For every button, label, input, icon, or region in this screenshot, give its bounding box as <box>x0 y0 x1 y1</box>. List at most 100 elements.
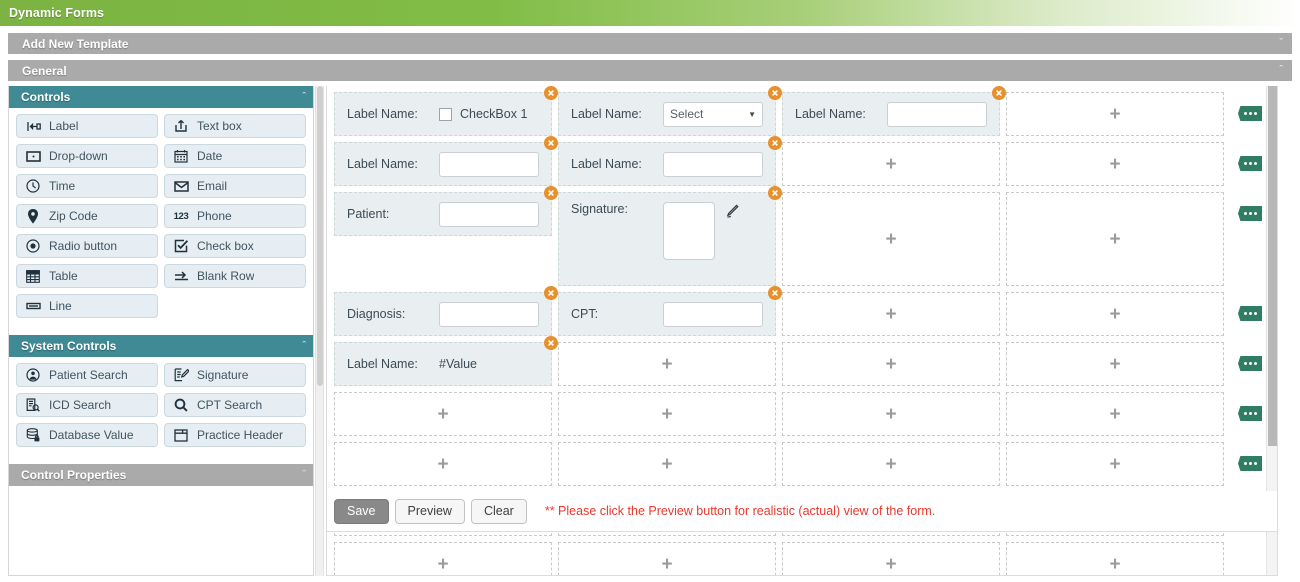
add-control-cell[interactable]: + <box>558 442 776 486</box>
plus-icon[interactable]: + <box>437 455 448 474</box>
plus-icon[interactable]: + <box>885 455 896 474</box>
field-checkbox-wrap[interactable]: CheckBox 1 <box>439 107 527 121</box>
remove-control-button[interactable] <box>544 336 558 350</box>
system-control-item-icd-search[interactable]: ICD Search <box>16 393 158 417</box>
row-options-menu[interactable] <box>1238 406 1262 421</box>
panel-scrollbar[interactable] <box>315 86 324 576</box>
control-item-label[interactable]: Label <box>16 114 158 138</box>
add-control-cell[interactable]: + <box>334 392 552 436</box>
remove-control-button[interactable] <box>768 86 782 100</box>
chevron-up-icon[interactable]: ˆ <box>302 470 306 481</box>
remove-control-button[interactable] <box>544 286 558 300</box>
add-control-cell[interactable]: + <box>782 192 1000 286</box>
control-item-date[interactable]: Date <box>164 144 306 168</box>
form-field-cell[interactable]: Label Name:CheckBox 1 <box>334 92 552 136</box>
add-control-cell[interactable]: + <box>782 542 1000 576</box>
control-item-drop-down[interactable]: Drop-down <box>16 144 158 168</box>
row-options-menu[interactable] <box>1238 456 1262 471</box>
plus-icon[interactable]: + <box>885 555 896 574</box>
plus-icon[interactable]: + <box>1109 355 1120 374</box>
form-field-cell[interactable]: Label Name: <box>782 92 1000 136</box>
row-options-menu[interactable] <box>1238 356 1262 371</box>
chevron-down-icon[interactable]: ▼ <box>748 110 756 119</box>
clear-button[interactable]: Clear <box>471 499 527 524</box>
field-text-input[interactable] <box>663 152 763 177</box>
plus-icon[interactable]: + <box>885 155 896 174</box>
remove-control-button[interactable] <box>768 186 782 200</box>
chevron-up-icon[interactable]: ˆ <box>302 92 306 103</box>
panel-header-add-new-template[interactable]: Add New Template ˇ <box>8 33 1292 54</box>
form-field-cell[interactable]: Signature: <box>558 192 776 286</box>
add-control-cell[interactable]: + <box>558 342 776 386</box>
add-control-cell[interactable]: + <box>334 442 552 486</box>
plus-icon[interactable]: + <box>661 355 672 374</box>
plus-icon[interactable]: + <box>661 455 672 474</box>
system-control-item-practice-header[interactable]: Practice Header <box>164 423 306 447</box>
add-control-cell[interactable]: + <box>1006 142 1224 186</box>
field-text-input[interactable] <box>887 102 987 127</box>
add-control-cell[interactable]: + <box>1006 292 1224 336</box>
plus-icon[interactable]: + <box>1109 155 1120 174</box>
add-control-cell[interactable]: + <box>334 542 552 576</box>
plus-icon[interactable]: + <box>885 305 896 324</box>
control-item-table[interactable]: Table <box>16 264 158 288</box>
plus-icon[interactable]: + <box>1109 455 1120 474</box>
plus-icon[interactable]: + <box>1109 105 1120 124</box>
signature-pad[interactable] <box>663 202 715 260</box>
add-control-cell[interactable]: + <box>558 392 776 436</box>
row-options-menu[interactable] <box>1238 206 1262 221</box>
pencil-icon[interactable] <box>724 204 739 224</box>
section-header-system-controls[interactable]: System Controls ˆ <box>9 335 313 357</box>
add-control-cell[interactable]: + <box>782 292 1000 336</box>
plus-icon[interactable]: + <box>885 355 896 374</box>
field-text-input[interactable] <box>439 202 539 227</box>
system-control-item-database-value[interactable]: Database Value <box>16 423 158 447</box>
plus-icon[interactable]: + <box>437 405 448 424</box>
save-button[interactable]: Save <box>334 499 389 524</box>
add-control-cell[interactable]: + <box>782 392 1000 436</box>
remove-control-button[interactable] <box>768 136 782 150</box>
field-text-input[interactable] <box>439 152 539 177</box>
form-field-cell[interactable]: Diagnosis: <box>334 292 552 336</box>
remove-control-button[interactable] <box>544 136 558 150</box>
add-control-cell[interactable]: + <box>782 142 1000 186</box>
add-control-cell[interactable]: + <box>1006 192 1224 286</box>
plus-icon[interactable]: + <box>1109 230 1120 249</box>
chevron-up-icon[interactable]: ˆ <box>1279 65 1283 76</box>
add-control-cell[interactable]: + <box>782 342 1000 386</box>
plus-icon[interactable]: + <box>437 555 448 574</box>
chevron-up-icon[interactable]: ˆ <box>302 341 306 352</box>
control-item-email[interactable]: Email <box>164 174 306 198</box>
form-field-cell[interactable]: Patient: <box>334 192 552 236</box>
form-field-cell[interactable]: Label Name: <box>558 142 776 186</box>
chevron-down-icon[interactable]: ˇ <box>1279 38 1283 49</box>
control-item-blank-row[interactable]: Blank Row <box>164 264 306 288</box>
row-options-menu[interactable] <box>1238 156 1262 171</box>
plus-icon[interactable]: + <box>885 405 896 424</box>
remove-control-button[interactable] <box>768 286 782 300</box>
control-item-radio-button[interactable]: Radio button <box>16 234 158 258</box>
plus-icon[interactable]: + <box>1109 405 1120 424</box>
canvas-scrollbar-thumb[interactable] <box>1268 86 1277 446</box>
add-control-cell[interactable]: + <box>558 542 776 576</box>
control-item-zip-code[interactable]: Zip Code <box>16 204 158 228</box>
plus-icon[interactable]: + <box>885 230 896 249</box>
remove-control-button[interactable] <box>544 186 558 200</box>
add-control-cell[interactable]: + <box>1006 392 1224 436</box>
form-field-cell[interactable]: Label Name:#Value <box>334 342 552 386</box>
control-item-text-box[interactable]: Text box <box>164 114 306 138</box>
add-control-cell[interactable]: + <box>1006 342 1224 386</box>
control-item-line[interactable]: Line <box>16 294 158 318</box>
section-header-control-properties[interactable]: Control Properties ˆ <box>9 464 313 486</box>
control-item-check-box[interactable]: Check box <box>164 234 306 258</box>
plus-icon[interactable]: + <box>661 405 672 424</box>
preview-button[interactable]: Preview <box>395 499 465 524</box>
system-control-item-cpt-search[interactable]: CPT Search <box>164 393 306 417</box>
add-control-cell[interactable]: + <box>1006 442 1224 486</box>
row-options-menu[interactable] <box>1238 306 1262 321</box>
control-item-phone[interactable]: 123 Phone <box>164 204 306 228</box>
field-select[interactable]: Select▼ <box>663 102 763 127</box>
field-text-input[interactable] <box>663 302 763 327</box>
section-header-controls[interactable]: Controls ˆ <box>9 86 313 108</box>
plus-icon[interactable]: + <box>1109 555 1120 574</box>
